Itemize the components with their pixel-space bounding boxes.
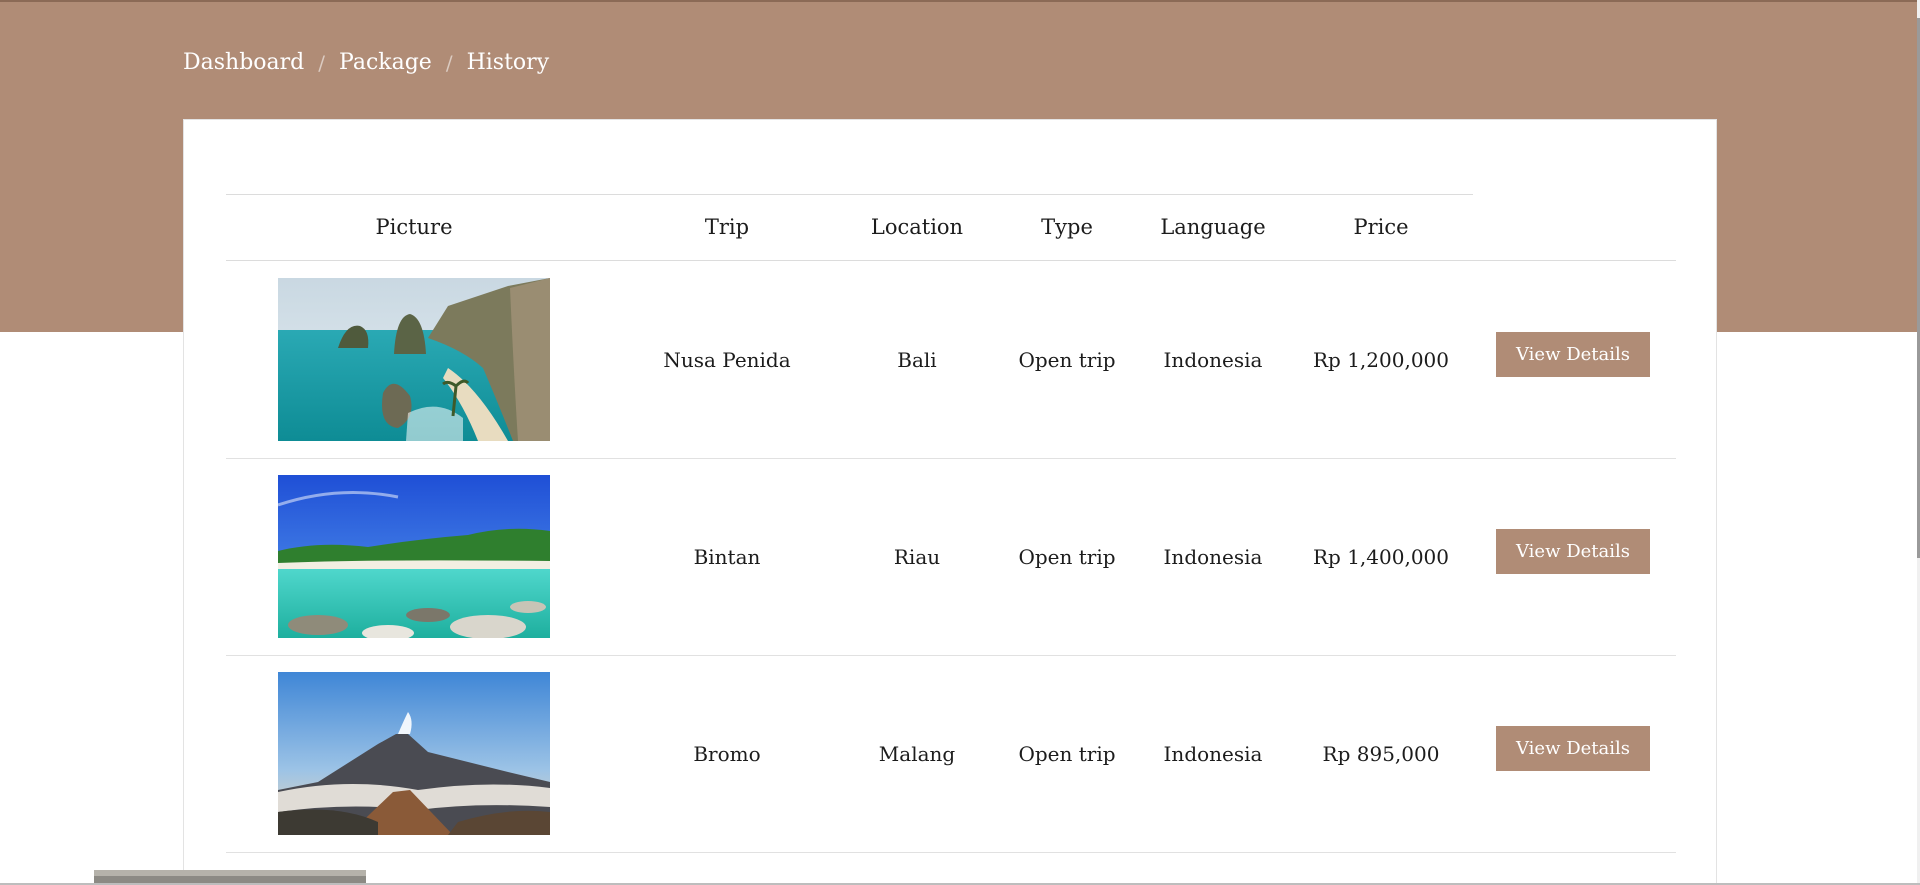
- breadcrumb-package[interactable]: Package: [339, 50, 432, 75]
- trip-location: Malang: [878, 741, 956, 766]
- breadcrumb-separator: /: [318, 50, 326, 75]
- trip-type: Open trip: [1018, 741, 1116, 766]
- trip-price: Rp 895,000: [1322, 741, 1440, 766]
- view-details-button[interactable]: View Details: [1496, 726, 1650, 771]
- breadcrumb-history[interactable]: History: [467, 50, 550, 75]
- trip-language: Indonesia: [1163, 347, 1263, 372]
- view-details-button[interactable]: View Details: [1496, 529, 1650, 574]
- trip-price: Rp 1,200,000: [1312, 347, 1449, 372]
- column-header-price: Price: [1353, 215, 1409, 239]
- trip-language: Indonesia: [1163, 544, 1263, 569]
- tropical-beach-photo: [278, 475, 550, 638]
- page: Dashboard / Package / History Picture Tr…: [0, 0, 1920, 885]
- trip-location: Bali: [897, 347, 937, 372]
- table-row: Nusa Penida Bali Open trip Indonesia Rp …: [226, 261, 1676, 459]
- breadcrumb: Dashboard / Package / History: [183, 50, 549, 75]
- coastal-cliffs-photo: [278, 278, 550, 441]
- trip-name: Bintan: [693, 544, 761, 569]
- table-header: Picture Trip Location Type Language Pric…: [226, 195, 1676, 261]
- column-header-location: Location: [870, 215, 964, 239]
- trip-name: Nusa Penida: [663, 347, 791, 372]
- table-row: Bromo Malang Open trip Indonesia Rp 895,…: [226, 655, 1676, 853]
- column-header-picture: Picture: [375, 215, 453, 239]
- breadcrumb-dashboard[interactable]: Dashboard: [183, 50, 304, 75]
- column-header-trip: Trip: [704, 215, 750, 239]
- column-header-type: Type: [1041, 215, 1093, 239]
- trip-type: Open trip: [1018, 347, 1116, 372]
- trip-language: Indonesia: [1163, 741, 1263, 766]
- history-card: Picture Trip Location Type Language Pric…: [183, 119, 1717, 885]
- volcano-photo: [278, 672, 550, 835]
- trip-location: Riau: [893, 544, 941, 569]
- breadcrumb-separator: /: [445, 50, 453, 75]
- trip-price: Rp 1,400,000: [1312, 544, 1449, 569]
- trip-name: Bromo: [693, 741, 761, 766]
- trip-type: Open trip: [1018, 544, 1116, 569]
- view-details-button[interactable]: View Details: [1496, 332, 1650, 377]
- column-header-language: Language: [1160, 215, 1266, 239]
- table-row: Bintan Riau Open trip Indonesia Rp 1,400…: [226, 458, 1676, 656]
